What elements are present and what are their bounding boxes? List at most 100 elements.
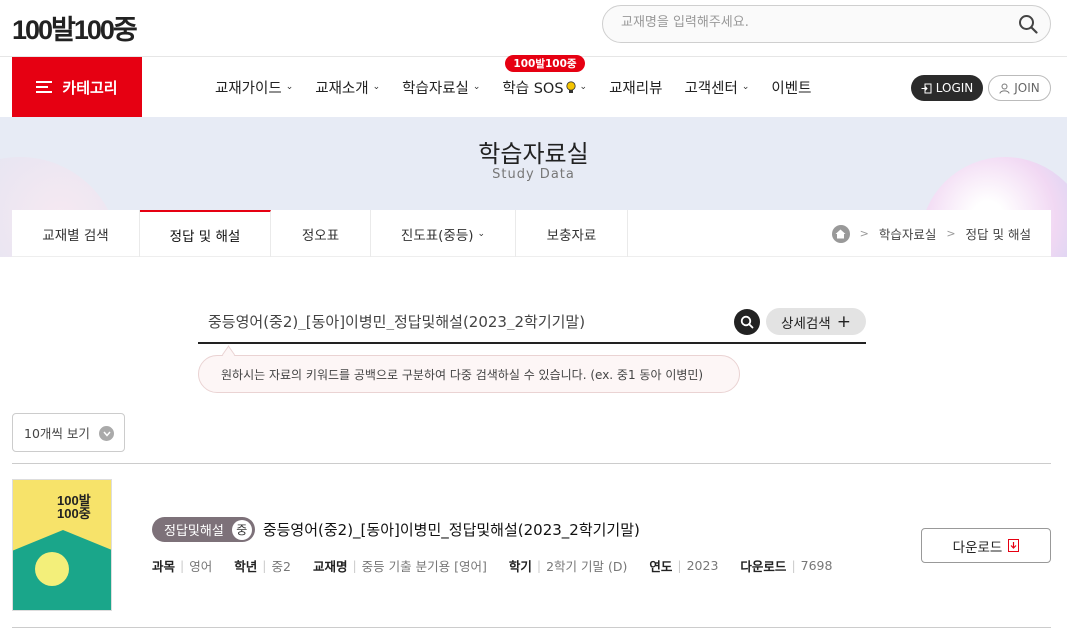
search-hint-text: 원하시는 자료의 키워드를 공백으로 구분하여 다중 검색하실 수 있습니다. … — [221, 367, 704, 382]
chevron-down-icon: ⌄ — [285, 82, 294, 92]
meta-key: 과목 — [152, 559, 176, 574]
advanced-search-button[interactable]: 상세검색 + — [766, 308, 866, 335]
advanced-search-label: 상세검색 — [781, 315, 831, 332]
download-button[interactable]: 다운로드 — [921, 528, 1051, 563]
tab-book-search[interactable]: 교재별 검색 — [12, 210, 140, 257]
list-divider — [12, 627, 1051, 628]
sub-nav: 교재별 검색 정답 및 해설 정오표 진도표(중등) ⌄ 보충자료 > 학습자료… — [12, 210, 1051, 257]
menu-icon — [36, 81, 53, 93]
page-subtitle: Study Data — [492, 167, 575, 182]
chevron-down-icon — [99, 426, 114, 441]
search-icon[interactable] — [1018, 14, 1038, 34]
site-logo[interactable]: 100발100중 — [12, 8, 138, 47]
download-icon — [1008, 539, 1020, 552]
breadcrumb-separator: > — [859, 227, 869, 240]
download-label: 다운로드 — [952, 539, 1003, 556]
nav-item-label: 학습자료실 — [402, 80, 469, 97]
nav-item-label: 고객센터 — [684, 80, 738, 97]
home-icon[interactable] — [831, 224, 850, 243]
chevron-down-icon: ⌄ — [372, 82, 381, 92]
meta-separator: | — [536, 558, 542, 573]
nav-item-study-data[interactable]: 학습자료실 ⌄ — [402, 77, 480, 98]
join-button[interactable]: JOIN — [988, 75, 1051, 101]
meta-separator: | — [352, 558, 357, 573]
meta-key: 학년 — [234, 559, 258, 574]
book-cover-image[interactable]: 100발 100중 — [12, 479, 112, 611]
nav-item-label: 이벤트 — [771, 80, 812, 97]
category-label: 카테고리 — [62, 78, 118, 97]
level-badge: 중 — [231, 519, 252, 540]
user-icon — [999, 83, 1010, 94]
chevron-down-icon: ⌄ — [579, 82, 588, 92]
meta-key: 교재명 — [312, 559, 348, 574]
nav-item-label: 교재소개 — [315, 80, 369, 97]
nav-item-review[interactable]: 교재리뷰 — [609, 77, 662, 98]
meta-separator: | — [180, 558, 185, 573]
result-title-row: 정답및해설 중 중등영어(중2)_[동아]이병민_정답및해설(2023_2학기기… — [152, 517, 640, 542]
nav-item-intro[interactable]: 교재소개 ⌄ — [315, 77, 380, 98]
list-divider — [12, 463, 1051, 464]
nav-item-support[interactable]: 고객센터 ⌄ — [684, 77, 749, 98]
nav-item-guide[interactable]: 교재가이드 ⌄ — [215, 77, 293, 98]
meta-value: 2023 — [686, 558, 719, 573]
plus-icon: + — [836, 311, 851, 332]
meta-value: 7698 — [800, 558, 833, 573]
meta-separator: | — [677, 558, 682, 573]
meta-value: 영어 — [189, 559, 213, 574]
search-hint-tooltip: 원하시는 자료의 키워드를 공백으로 구분하여 다중 검색하실 수 있습니다. … — [198, 355, 740, 393]
nav-item-sos[interactable]: 100발100중 학습 SOS ⌄ — [502, 54, 588, 98]
page-title: 학습자료실 — [478, 140, 589, 168]
meta-value: 2학기 기말 (D) — [546, 559, 628, 574]
meta-separator: | — [791, 558, 796, 573]
meta-key: 다운로드 — [740, 559, 787, 574]
top-bar: 100발100중 — [0, 0, 1067, 57]
meta-separator: | — [262, 558, 267, 573]
search-icon — [740, 315, 754, 329]
tab-label: 보충자료 — [546, 227, 597, 244]
search-button[interactable] — [734, 309, 760, 335]
tab-supplement[interactable]: 보충자료 — [516, 210, 628, 257]
top-search-box — [602, 5, 1051, 43]
login-label: LOGIN — [935, 81, 974, 95]
chevron-down-icon: ⌄ — [472, 82, 481, 92]
breadcrumb: > 학습자료실 > 정답 및 해설 — [831, 224, 1031, 243]
nav-item-label: 교재가이드 — [215, 80, 282, 97]
nav-item-label: 교재리뷰 — [609, 80, 663, 97]
type-badge-label: 정답및해설 — [164, 524, 224, 539]
tab-answers[interactable]: 정답 및 해설 — [140, 210, 271, 257]
cover-decoration — [35, 552, 69, 586]
meta-value: 중등 기출 분기용 [영어] — [361, 559, 487, 574]
login-button[interactable]: LOGIN — [911, 75, 983, 101]
tab-errata[interactable]: 정오표 — [271, 210, 371, 257]
breadcrumb-item[interactable]: 정답 및 해설 — [966, 224, 1031, 243]
breadcrumb-item[interactable]: 학습자료실 — [879, 224, 937, 243]
top-search-input[interactable] — [621, 15, 1001, 30]
chevron-down-icon: ⌄ — [741, 82, 750, 92]
category-button[interactable]: 카테고리 — [12, 57, 142, 117]
join-label: JOIN — [1014, 81, 1040, 95]
tab-label: 정답 및 해설 — [169, 228, 241, 245]
result-meta: 과목 | 영어 학년 | 중2 교재명 | 중등 기출 분기용 [영어] 학기 … — [152, 556, 854, 575]
nav-item-label: 학습 SOS — [502, 80, 564, 97]
login-icon — [921, 83, 932, 93]
main-nav: 카테고리 교재가이드 ⌄ 교재소개 ⌄ 학습자료실 ⌄ 100발100중 학습 … — [0, 54, 1067, 117]
main-search-bar: 상세검색 + — [198, 302, 866, 344]
lightbulb-icon — [565, 80, 576, 93]
main-search-input[interactable] — [208, 312, 728, 330]
tab-label: 정오표 — [301, 227, 340, 244]
per-page-select[interactable]: 10개씩 보기 — [12, 413, 125, 452]
meta-value: 중2 — [271, 559, 291, 574]
breadcrumb-separator: > — [946, 227, 956, 240]
chevron-down-icon: ⌄ — [477, 228, 486, 239]
result-title[interactable]: 중등영어(중2)_[동아]이병민_정답및해설(2023_2학기기말) — [263, 519, 640, 540]
nav-item-event[interactable]: 이벤트 — [771, 77, 811, 98]
per-page-label: 10개씩 보기 — [24, 426, 90, 441]
tab-label: 진도표(중등) — [400, 227, 474, 244]
type-badge: 정답및해설 중 — [152, 517, 255, 542]
meta-key: 학기 — [508, 559, 532, 574]
cover-title: 100발 100중 — [57, 493, 91, 521]
tab-label: 교재별 검색 — [42, 227, 109, 244]
tab-progress-chart[interactable]: 진도표(중등) ⌄ — [371, 210, 516, 257]
meta-key: 연도 — [649, 559, 673, 574]
sos-badge: 100발100중 — [505, 54, 585, 72]
